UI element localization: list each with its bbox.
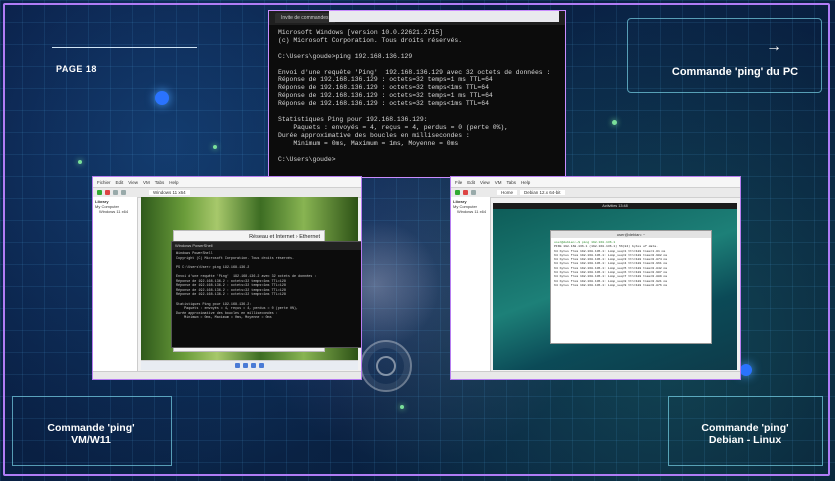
slide: PAGE 18 → Commande 'ping' du PC Commande… bbox=[0, 0, 835, 481]
slide-frame bbox=[3, 3, 830, 476]
